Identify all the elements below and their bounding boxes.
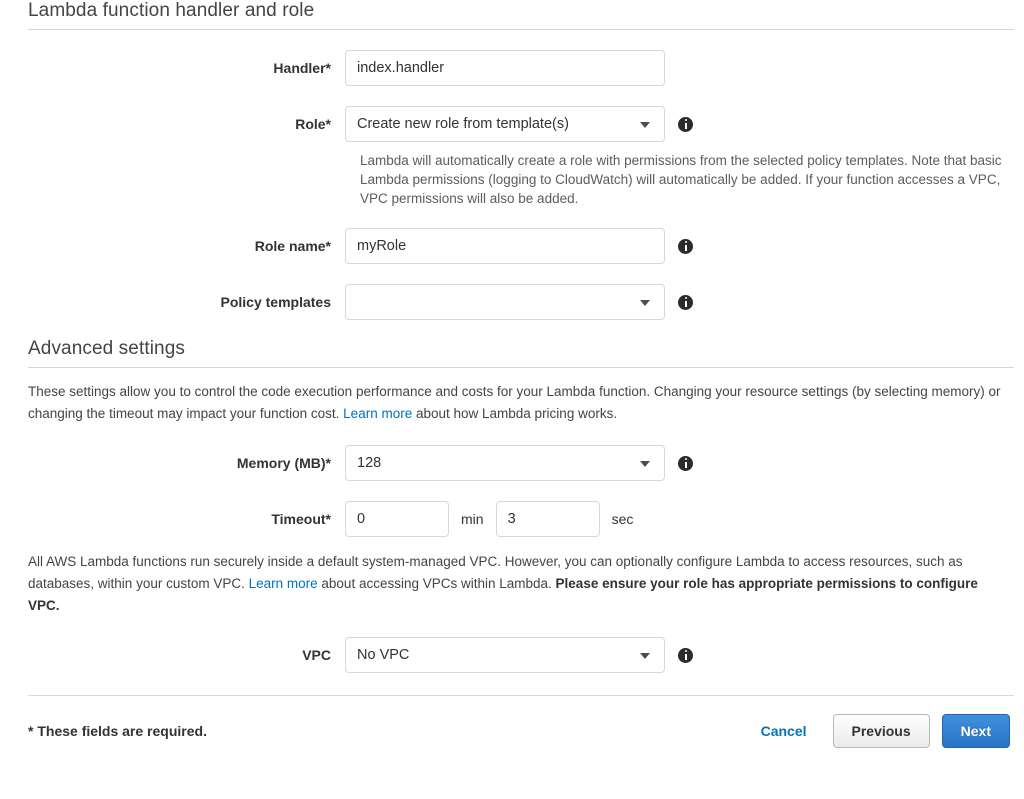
role-helper-text: Lambda will automatically create a role …: [360, 153, 1002, 206]
advanced-description-text-2: about how Lambda pricing works.: [412, 406, 618, 421]
timeout-minutes-unit: min: [461, 511, 484, 527]
role-field-group: Create new role from template(s): [345, 106, 693, 142]
policy-templates-field-group: [345, 284, 693, 320]
chevron-down-icon: [640, 461, 650, 467]
section-divider-handler-role: [28, 29, 1014, 30]
policy-templates-select[interactable]: [345, 284, 665, 320]
timeout-seconds-input[interactable]: [495, 501, 600, 537]
previous-button[interactable]: Previous: [832, 714, 930, 748]
handler-field-group: [345, 50, 665, 86]
form-row-role: Role* Create new role from template(s): [0, 106, 1024, 142]
vpc-select-value: No VPC: [357, 647, 410, 663]
policy-templates-label: Policy templates: [220, 294, 332, 310]
info-icon-role[interactable]: [678, 116, 693, 132]
vpc-description: All AWS Lambda functions run securely in…: [0, 537, 1024, 617]
role-name-field-group: [345, 228, 693, 264]
advanced-description: These settings allow you to control the …: [0, 368, 1024, 425]
timeout-label: Timeout*: [271, 511, 331, 527]
vpc-select[interactable]: No VPC: [345, 637, 665, 673]
next-button[interactable]: Next: [941, 714, 1010, 748]
timeout-field-group: min sec: [345, 501, 633, 537]
handler-label: Handler*: [273, 60, 331, 76]
learn-more-link-vpc[interactable]: Learn more: [249, 576, 318, 591]
footer-bar: * These fields are required. Cancel Prev…: [0, 696, 1024, 748]
memory-field-group: 128: [345, 445, 693, 481]
info-icon-memory[interactable]: [678, 455, 693, 471]
memory-select[interactable]: 128: [345, 445, 665, 481]
role-name-input[interactable]: [345, 228, 665, 264]
memory-select-value: 128: [357, 455, 382, 471]
chevron-down-icon: [640, 653, 650, 659]
memory-label: Memory (MB)*: [236, 455, 331, 471]
footer-actions: Cancel Previous Next: [761, 714, 1010, 748]
info-icon-role-name[interactable]: [678, 238, 693, 254]
form-row-policy-templates: Policy templates: [0, 284, 1024, 320]
vpc-field-group: No VPC: [345, 637, 693, 673]
info-icon-policy-templates[interactable]: [678, 294, 693, 310]
form-row-handler: Handler*: [0, 50, 1024, 86]
timeout-minutes-input[interactable]: [345, 501, 449, 537]
lambda-configuration-page: Lambda function handler and role Handler…: [0, 0, 1024, 799]
role-select[interactable]: Create new role from template(s): [345, 106, 665, 142]
role-label: Role*: [295, 116, 331, 132]
learn-more-link-pricing[interactable]: Learn more: [343, 406, 412, 421]
section-title-handler-role: Lambda function handler and role: [28, 0, 315, 21]
cancel-button[interactable]: Cancel: [761, 723, 807, 739]
timeout-seconds-unit: sec: [611, 511, 634, 527]
form-row-timeout: Timeout* min sec: [0, 501, 1024, 537]
section-title-advanced: Advanced settings: [28, 338, 185, 359]
vpc-label: VPC: [302, 647, 331, 663]
required-fields-note: * These fields are required.: [28, 723, 207, 739]
vpc-description-text-2: about accessing VPCs within Lambda.: [317, 576, 556, 591]
chevron-down-icon: [640, 300, 650, 306]
form-row-role-name: Role name*: [0, 228, 1024, 264]
info-icon-vpc[interactable]: [678, 647, 693, 663]
form-row-vpc: VPC No VPC: [0, 637, 1024, 673]
chevron-down-icon: [640, 122, 650, 128]
handler-input[interactable]: [345, 50, 665, 86]
role-select-value: Create new role from template(s): [357, 116, 569, 132]
form-row-memory: Memory (MB)* 128: [0, 445, 1024, 481]
role-name-label: Role name*: [254, 238, 331, 254]
